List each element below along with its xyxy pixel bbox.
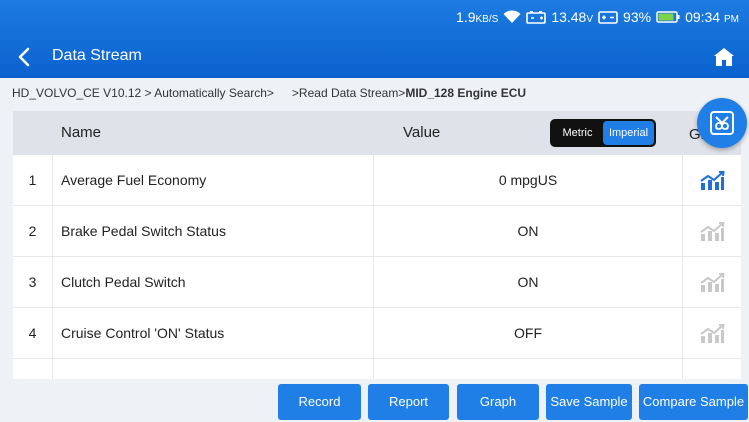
data-stream-table: Name Value Metric Imperial Graph 1 Avera… bbox=[13, 111, 741, 379]
breadcrumb: HD_VOLVO_CE V10.12 > Automatically Searc… bbox=[12, 86, 526, 100]
row-value: 0 mpgUS bbox=[373, 155, 683, 206]
row-number: 2 bbox=[13, 206, 53, 257]
row-name: Average Fuel Economy bbox=[61, 172, 207, 188]
table-row[interactable]: 2 Brake Pedal Switch Status ON bbox=[13, 206, 741, 257]
row-number: 1 bbox=[13, 155, 53, 206]
status-bar: 1.9KB/S 13.48V 93% 09:34 PM bbox=[456, 7, 739, 27]
table-header: Name Value Metric Imperial Graph bbox=[13, 111, 741, 155]
unit-toggle: Metric Imperial bbox=[550, 119, 656, 147]
row-name: Brake Pedal Switch Status bbox=[61, 223, 226, 239]
row-number bbox=[13, 359, 53, 379]
report-button[interactable]: Report bbox=[368, 384, 449, 420]
graph-icon[interactable] bbox=[683, 257, 741, 308]
compare-sample-button[interactable]: Compare Sample bbox=[639, 384, 748, 420]
column-header-name: Name bbox=[61, 124, 102, 141]
app-header: 1.9KB/S 13.48V 93% 09:34 PM Data Stream bbox=[0, 0, 749, 78]
unit-metric-option[interactable]: Metric bbox=[552, 121, 603, 145]
battery-plus-icon bbox=[598, 11, 618, 24]
graph-icon[interactable] bbox=[683, 206, 741, 257]
exit-button[interactable] bbox=[697, 98, 747, 148]
page-title: Data Stream bbox=[52, 47, 142, 64]
exit-icon bbox=[710, 111, 734, 135]
graph-icon[interactable] bbox=[683, 308, 741, 359]
graph-icon[interactable] bbox=[683, 155, 741, 206]
unit-imperial-option[interactable]: Imperial bbox=[603, 121, 654, 145]
save-sample-button[interactable]: Save Sample bbox=[546, 384, 632, 420]
table-row[interactable]: 1 Average Fuel Economy 0 mpgUS bbox=[13, 155, 741, 206]
table-row[interactable] bbox=[13, 359, 741, 379]
clock: 09:34 PM bbox=[685, 9, 739, 25]
graph-button[interactable]: Graph bbox=[457, 384, 539, 420]
home-icon[interactable] bbox=[713, 46, 735, 68]
row-number: 3 bbox=[13, 257, 53, 308]
voltage: 13.48V bbox=[551, 9, 594, 25]
column-header-value: Value bbox=[403, 124, 441, 141]
wifi-icon bbox=[503, 10, 521, 23]
table-row[interactable]: 4 Cruise Control 'ON' Status OFF bbox=[13, 308, 741, 359]
row-name: Clutch Pedal Switch bbox=[61, 274, 186, 290]
battery-icon bbox=[656, 11, 680, 23]
chevron-left-icon[interactable] bbox=[14, 46, 36, 68]
net-speed: 1.9KB/S bbox=[456, 9, 499, 25]
battery-percent: 93% bbox=[623, 9, 652, 25]
row-value: ON bbox=[373, 257, 683, 308]
breadcrumb-path-2[interactable]: >Read Data Stream> bbox=[292, 86, 405, 100]
row-number: 4 bbox=[13, 308, 53, 359]
row-value bbox=[373, 359, 683, 379]
row-name: Cruise Control 'ON' Status bbox=[61, 325, 225, 341]
record-button[interactable]: Record bbox=[278, 384, 361, 420]
row-value: OFF bbox=[373, 308, 683, 359]
row-value: ON bbox=[373, 206, 683, 257]
table-row[interactable]: 3 Clutch Pedal Switch ON bbox=[13, 257, 741, 308]
title-bar: Data Stream bbox=[0, 40, 749, 74]
car-battery-icon bbox=[526, 11, 547, 24]
breadcrumb-current: MID_128 Engine ECU bbox=[405, 86, 527, 100]
breadcrumb-path-1[interactable]: HD_VOLVO_CE V10.12 > Automatically Searc… bbox=[12, 86, 274, 100]
